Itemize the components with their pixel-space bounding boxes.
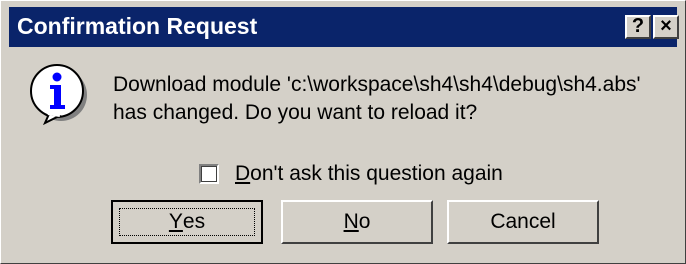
message-text: Download module 'c:\workspace\sh4\sh4\de…: [113, 71, 641, 127]
dont-ask-again-label[interactable]: Don't ask this question again: [235, 162, 503, 186]
help-button[interactable]: ?: [625, 15, 651, 39]
message-line-2: has changed. Do you want to reload it?: [113, 101, 478, 124]
label-rest: on't ask this question again: [250, 162, 503, 185]
yes-button[interactable]: Yes: [111, 200, 263, 244]
close-button[interactable]: ×: [653, 15, 679, 39]
mnemonic-d: D: [235, 162, 251, 185]
cancel-button[interactable]: Cancel: [447, 200, 599, 244]
no-rest: o: [358, 210, 371, 233]
confirmation-dialog: Confirmation Request ? × Download module…: [0, 0, 686, 264]
dialog-title: Confirmation Request: [17, 13, 258, 39]
no-button[interactable]: No: [281, 200, 433, 244]
title-bar[interactable]: Confirmation Request ? ×: [9, 7, 679, 47]
info-icon: [27, 61, 91, 126]
message-line-1: Download module 'c:\workspace\sh4\sh4\de…: [113, 73, 641, 96]
dont-ask-again-option[interactable]: Don't ask this question again: [199, 161, 503, 187]
dont-ask-again-checkbox[interactable]: [199, 164, 219, 184]
mnemonic-n: N: [343, 210, 359, 233]
focus-rect: [119, 208, 255, 236]
